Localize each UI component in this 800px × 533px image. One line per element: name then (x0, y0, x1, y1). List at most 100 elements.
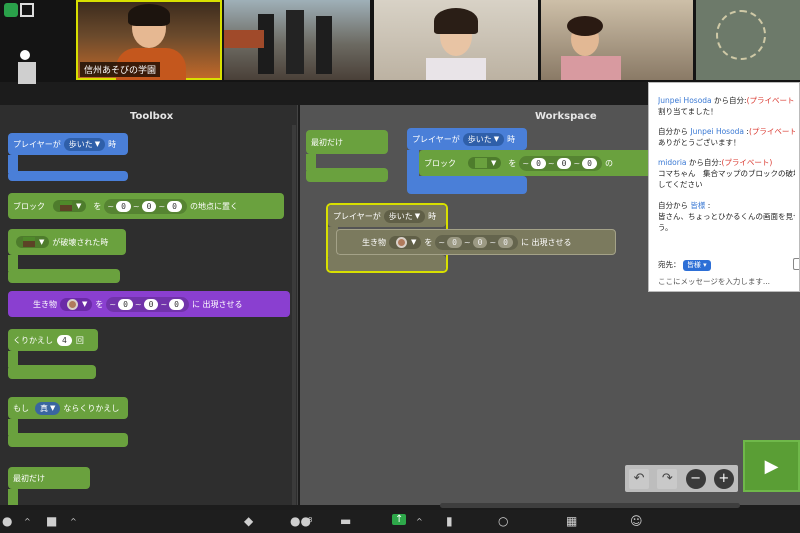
reactions-icon[interactable]: ☺ (630, 514, 643, 528)
coordinate-input[interactable]: ~0 ~0 ~0 (519, 155, 602, 171)
coordinate-input[interactable]: ~0 ~0 ~0 (106, 296, 189, 312)
block-type-dropdown[interactable]: ▼ (468, 157, 502, 169)
tilde-label: ~ (522, 158, 530, 168)
recipient-name[interactable]: Junpei Hosoda (690, 127, 744, 136)
zoom-in-icon[interactable]: + (713, 468, 734, 489)
ws-block-place-block[interactable]: ブロック ▼ を ~0 ~0 ~0 の (419, 150, 659, 176)
block-type-dropdown[interactable]: ▼ (53, 200, 87, 212)
block-place-block[interactable]: ブロック ▼ を ~0 ~0 ~0 の地点に置く (8, 193, 284, 219)
mob-dropdown[interactable]: ▼ (60, 297, 93, 311)
sender-name[interactable]: midoria (658, 158, 687, 167)
run-button[interactable]: ▶ (743, 440, 800, 492)
chevron-down-icon: ▼ (414, 212, 421, 220)
block-text: を (93, 201, 102, 211)
block-while[interactable]: もし 真 ▼ ならくりかえし (8, 397, 128, 419)
recipient-name[interactable]: 皆様 (690, 201, 705, 210)
walk-dropdown[interactable]: 歩いた ▼ (63, 137, 106, 151)
grass-block-icon (60, 201, 72, 211)
walk-dropdown[interactable]: 歩いた ▼ (383, 209, 426, 223)
share-screen-icon[interactable]: ↑ (392, 514, 407, 525)
chevron-up-icon[interactable]: ^ (70, 517, 77, 526)
block-type-dropdown[interactable]: ▼ (16, 236, 50, 248)
block-footer (8, 171, 128, 181)
ws-block-once[interactable]: 最初だけ (306, 130, 388, 154)
workspace-scrollbar[interactable] (440, 503, 740, 508)
block-once[interactable]: 最初だけ (8, 467, 90, 489)
z-field[interactable]: 0 (169, 298, 184, 310)
record-icon[interactable]: ○ (498, 514, 508, 528)
more-options-button[interactable] (793, 258, 799, 270)
y-field[interactable]: 0 (143, 298, 159, 310)
coordinate-input[interactable]: ~0 ~0 ~0 (435, 234, 518, 250)
y-field[interactable]: 0 (472, 236, 488, 248)
participant-video-2[interactable] (224, 0, 370, 80)
fullscreen-icon[interactable] (20, 3, 34, 17)
undo-icon[interactable]: ↶ (629, 468, 650, 489)
x-field[interactable]: 0 (118, 298, 133, 310)
block-repeat[interactable]: くりかえし 4 回 (8, 329, 98, 351)
block-text: プレイヤーが (333, 211, 381, 221)
chevron-down-icon: ▼ (50, 404, 56, 412)
block-body (8, 489, 18, 505)
z-field[interactable]: 0 (498, 236, 513, 248)
sender-name[interactable]: Junpei Hosoda (658, 96, 712, 105)
chevron-up-icon[interactable]: ^ (24, 517, 31, 526)
toolbox-scrollbar[interactable] (292, 125, 296, 505)
tilde-label: ~ (132, 201, 140, 211)
block-text: の (604, 158, 613, 168)
ws-block-spawn-mob[interactable]: 生き物 ▼ を ~0 ~0 ~0 に 出現させる (336, 229, 616, 255)
block-player-walked[interactable]: プレイヤーが 歩いた ▼ 時 (8, 133, 128, 155)
condition-dropdown[interactable]: 真 ▼ (35, 401, 61, 415)
repeat-count-field[interactable]: 4 (57, 334, 72, 346)
block-text: くりかえし (13, 335, 53, 345)
recipient-select[interactable]: 皆様 ▾ (682, 260, 711, 271)
microphone-icon[interactable]: ● (2, 514, 12, 528)
x-field[interactable]: 0 (531, 157, 546, 169)
participant-video-4[interactable] (541, 0, 693, 80)
video-camera-icon[interactable]: ■ (46, 514, 57, 528)
walk-dropdown[interactable]: 歩いた ▼ (462, 132, 505, 146)
chat-direction: から自分: (711, 96, 747, 105)
chat-input[interactable]: ここにメッセージを入力します... (658, 276, 795, 287)
block-broken[interactable]: ▼ が破壊された時 (8, 229, 126, 255)
zoom-out-icon[interactable]: − (685, 468, 706, 489)
chevron-up-icon[interactable]: ^ (416, 517, 423, 526)
chevron-down-icon: ▾ (703, 261, 707, 269)
chat-message-text: ありがとうございます！ (658, 138, 741, 147)
z-field[interactable]: 0 (167, 200, 182, 212)
block-spawn-mob[interactable]: 生き物 ▼ を ~0 ~0 ~0 に 出現させる (8, 291, 290, 317)
recipient-label: 宛先： (658, 260, 681, 269)
chevron-down-icon: ▼ (493, 135, 500, 143)
participant-video-5[interactable] (696, 0, 800, 80)
coordinate-input[interactable]: ~0 ~0 ~0 (104, 198, 187, 214)
breakout-rooms-icon[interactable]: ▦ (566, 514, 577, 528)
tilde-label: ~ (489, 237, 497, 247)
mob-dropdown[interactable]: ▼ (389, 235, 422, 249)
redo-icon[interactable]: ↷ (657, 468, 678, 489)
participant-video-3[interactable] (374, 0, 538, 80)
x-field[interactable]: 0 (447, 236, 462, 248)
security-icon[interactable]: ◆ (244, 514, 253, 528)
block-text: プレイヤーが (412, 134, 460, 144)
z-field[interactable]: 0 (582, 157, 597, 169)
participant-video-1[interactable]: 信州あそびの学園 (76, 0, 222, 80)
block-text: に 出現させる (191, 299, 243, 309)
block-icon (475, 158, 487, 168)
dropdown-value: 歩いた (68, 139, 93, 149)
chat-direction: : (705, 201, 711, 210)
polls-icon[interactable]: ▮ (446, 514, 453, 528)
video-strip: 信州あそびの学園 (0, 0, 800, 84)
cookie-mob-icon (67, 298, 78, 310)
info-icon[interactable] (20, 50, 30, 60)
chat-panel: Junpei Hosoda から自分:(プライベート) 割り当てました！ 自分か… (648, 82, 800, 292)
y-field[interactable]: 0 (556, 157, 572, 169)
dropdown-value: 真 (40, 403, 48, 413)
ws-block-player-walked[interactable]: プレイヤーが 歩いた ▼ 時 (407, 128, 527, 150)
security-shield-icon[interactable] (4, 3, 18, 17)
tilde-label: ~ (463, 237, 471, 247)
x-field[interactable]: 0 (116, 200, 131, 212)
y-field[interactable]: 0 (141, 200, 157, 212)
block-text: を (424, 237, 433, 247)
chat-icon[interactable]: ▬ (340, 514, 351, 528)
ws-block-player-walked-2[interactable]: プレイヤーが 歩いた ▼ 時 (328, 205, 446, 227)
